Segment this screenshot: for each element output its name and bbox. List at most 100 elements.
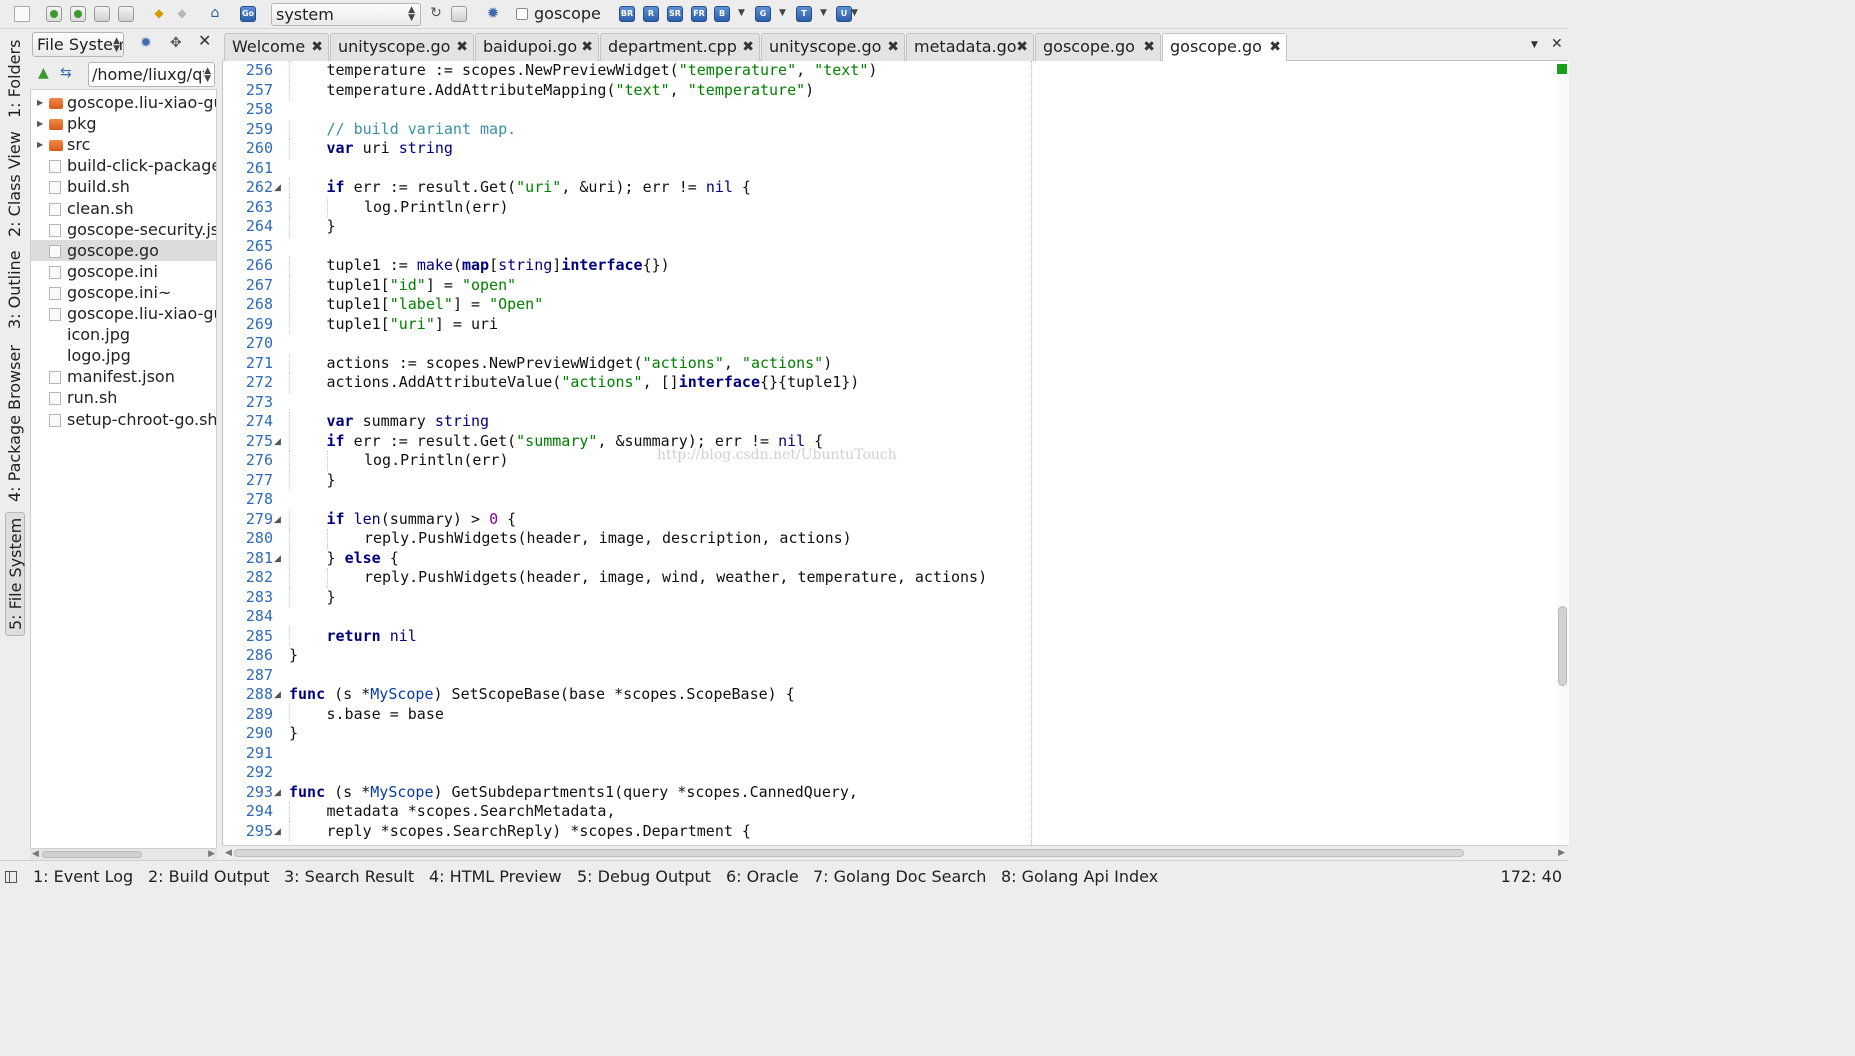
tree-item[interactable]: manifest.json [31,366,216,387]
chevron-down-icon[interactable]: ▼ [779,8,786,18]
scroll-left-icon[interactable]: ◀ [225,848,232,858]
up-directory-icon[interactable]: ▲ [38,66,49,80]
close-tab-icon[interactable]: ✖ [581,34,593,60]
scroll-right-icon[interactable]: ▶ [1558,848,1565,858]
editor-vscrollbar[interactable] [1557,61,1569,845]
editor-tab[interactable]: metadata.go ✖ [906,33,1034,61]
tree-item[interactable]: goscope.ini~ [31,282,216,303]
tree-item[interactable]: goscope.ini [31,261,216,282]
tree-item[interactable]: build-click-package.sh [31,155,216,176]
back-arrow-icon[interactable]: ◆ [151,6,167,22]
locate-icon[interactable]: ✥ [170,36,182,50]
editor-tab[interactable]: goscope.go ✖ [1035,33,1161,61]
scroll-right-icon[interactable]: ▶ [208,849,215,859]
dock-tab-file-system[interactable]: 5: File System [5,512,25,636]
editor-tab[interactable]: unityscope.go ✖ [330,33,474,61]
dock-tab-package-browser[interactable]: 4: Package Browser [5,342,25,506]
sync-editor-icon[interactable]: ⇆ [60,66,72,80]
close-tab-icon[interactable]: ✖ [456,34,468,60]
forward-arrow-icon[interactable]: ◆ [174,6,190,22]
gear-icon[interactable]: ✹ [140,36,152,50]
editor-tab[interactable]: baidupoi.go ✖ [475,33,599,61]
tree-item[interactable]: setup-chroot-go.sh [31,409,216,430]
tree-item[interactable]: icon.jpg [31,324,216,345]
close-tab-icon[interactable]: ✖ [887,34,899,60]
editor-tab[interactable]: department.cpp ✖ [600,33,760,61]
open-project-icon[interactable] [70,6,86,22]
open-file-icon[interactable] [46,6,62,22]
run-icon[interactable]: R [643,6,659,22]
fold-marker-icon[interactable]: ◢ [274,690,283,700]
fold-marker-icon[interactable]: ◢ [274,515,283,525]
tab-golang-doc-search[interactable]: 7: Golang Doc Search [813,867,986,887]
tree-item[interactable]: goscope.go [31,239,216,261]
go-tools-icon[interactable]: G [755,6,771,22]
tab-debug-output[interactable]: 5: Debug Output [577,867,711,887]
close-tab-icon[interactable]: ✖ [1269,34,1281,60]
scroll-thumb[interactable] [234,849,1464,857]
tab-html-preview[interactable]: 4: HTML Preview [429,867,562,887]
editor-tab[interactable]: Welcome ✖ [224,33,329,61]
build-run-icon[interactable]: BR [619,6,635,22]
save-all-icon[interactable] [118,6,134,22]
chevron-down-icon[interactable]: ▼ [1531,40,1538,50]
build-config-icon[interactable]: Go [240,6,256,22]
path-field[interactable]: /home/liuxg/qt ▲ ▼ [88,62,215,87]
scroll-thumb[interactable] [42,851,142,858]
close-tab-icon[interactable]: ✖ [311,34,323,60]
chevron-down-icon[interactable]: ▼ [738,8,745,18]
tree-item[interactable]: ▶ pkg [31,113,216,134]
close-icon[interactable]: ✕ [1551,36,1563,52]
dock-tab-class-view[interactable]: 2: Class View [5,130,25,238]
reload-icon[interactable]: ↻ [428,6,444,22]
tab-oracle[interactable]: 6: Oracle [726,867,799,887]
fold-marker-icon[interactable]: ◢ [274,788,283,798]
editor-tab[interactable]: goscope.go ✖ [1162,33,1287,62]
tab-event-log[interactable]: 1: Event Log [33,867,133,887]
tree-item[interactable]: ▶ goscope.liu-xiao-guo_0.1_armhf [31,92,216,113]
fold-marker-icon[interactable]: ◢ [274,827,283,837]
gear-icon[interactable]: ✹ [485,6,501,22]
home-icon[interactable]: ⌂ [207,6,223,22]
tree-item[interactable]: logo.jpg [31,345,216,366]
test-icon[interactable]: T [796,6,812,22]
scroll-thumb[interactable] [1558,606,1567,686]
close-icon[interactable]: ✕ [198,33,211,49]
dock-tab-folders[interactable]: 1: Folders [5,36,25,122]
new-file-icon[interactable] [14,6,30,22]
view-select[interactable]: File System ▲ ▼ [32,32,124,57]
fold-marker-icon[interactable]: ◢ [274,437,283,447]
close-tab-icon[interactable]: ✖ [742,34,754,60]
close-tab-icon[interactable]: ✖ [1143,34,1155,60]
file-tree-hscrollbar[interactable]: ◀ ▶ [30,849,217,860]
chevron-down-icon[interactable]: ▼ [851,8,858,18]
tree-item[interactable]: run.sh [31,387,216,408]
code-editor[interactable]: 256 257 258 259 260 261 262 ◢ 263 264 265 266 267 268… [222,61,1569,845]
close-tab-icon[interactable]: ✖ [1016,34,1028,60]
fold-marker-icon[interactable]: ◢ [274,554,283,564]
editor-hscrollbar[interactable]: ◀ ▶ [222,845,1568,860]
goscope-checkbox[interactable] [516,8,528,20]
tree-item[interactable]: ▶ src [31,134,216,155]
editor-tab[interactable]: unityscope.go ✖ [761,33,905,61]
tree-item[interactable]: clean.sh [31,198,216,219]
panel-toggle-icon[interactable] [5,871,17,883]
chevron-down-icon[interactable]: ▼ [820,8,827,18]
expand-arrow-icon[interactable]: ▶ [37,134,43,155]
tab-search-result[interactable]: 3: Search Result [284,867,414,887]
tab-build-output[interactable]: 2: Build Output [148,867,269,887]
terminal-icon[interactable] [451,6,467,22]
tree-item[interactable]: goscope.liu-xiao-guo.click [31,303,216,324]
scroll-left-icon[interactable]: ◀ [32,849,39,859]
utility-icon[interactable]: U [836,6,852,22]
tree-item[interactable]: build.sh [31,176,216,197]
file-run-icon[interactable]: FR [691,6,707,22]
build-icon[interactable]: B [714,6,730,22]
expand-arrow-icon[interactable]: ▶ [37,92,43,113]
tree-item[interactable]: goscope-security.json [31,219,216,240]
environment-combo[interactable]: system ▲ ▼ [271,3,421,26]
tab-golang-api-index[interactable]: 8: Golang Api Index [1001,867,1158,887]
stop-run-icon[interactable]: SR [667,6,683,22]
dock-tab-outline[interactable]: 3: Outline [5,248,25,332]
fold-marker-icon[interactable]: ◢ [274,183,283,193]
